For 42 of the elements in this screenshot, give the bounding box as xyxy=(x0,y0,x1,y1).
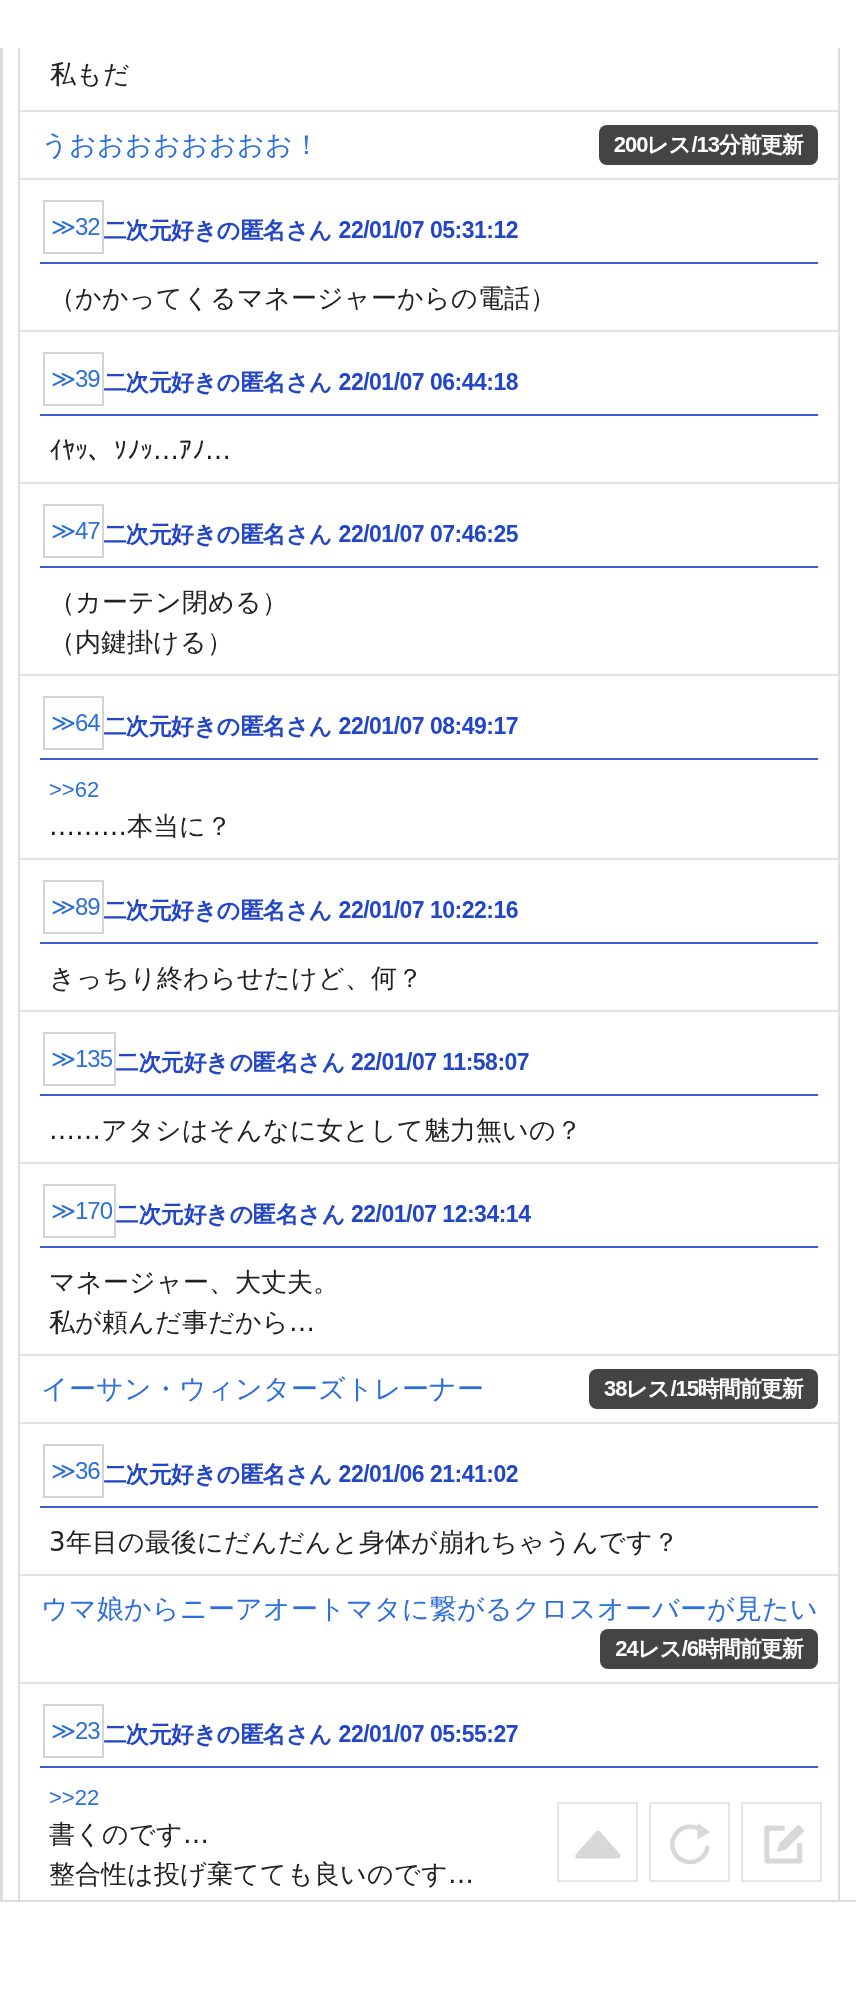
thread-title-link[interactable]: イーサン・ウィンターズトレーナー xyxy=(41,1373,484,1404)
post-number-button[interactable]: ≫39 xyxy=(43,352,104,406)
post-author-date: 二次元好きの匿名さん 22/01/07 12:34:14 xyxy=(116,1199,531,1229)
post-author-date: 二次元好きの匿名さん 22/01/07 08:49:17 xyxy=(103,711,519,741)
post-author-date: 二次元好きの匿名さん 22/01/06 21:41:02 xyxy=(103,1459,519,1489)
scroll-to-top-button[interactable] xyxy=(557,1802,638,1882)
post-text: 書くのです… xyxy=(48,1818,209,1851)
post-text: 整合性は投げ棄てても良いのです… xyxy=(48,1858,474,1891)
post-author-date: 二次元好きの匿名さん 22/01/07 10:22:16 xyxy=(103,895,519,925)
post-text: ｲﾔｯ、ｿﾉｯ…ｱﾉ… xyxy=(48,434,231,467)
reply-anchor-link[interactable]: >>62 xyxy=(40,774,818,806)
write-post-button[interactable] xyxy=(741,1802,822,1882)
post-text: ………本当に？ xyxy=(48,810,232,843)
post-text: きっちり終わらせたけど、何？ xyxy=(48,962,423,995)
post-text: ……アタシはそんなに女として魅力無いの？ xyxy=(48,1114,582,1147)
post-text: （内鍵掛ける） xyxy=(48,626,233,659)
reply-count-badge: 38レス/15時間前更新 xyxy=(588,1369,818,1409)
post-number-button[interactable]: ≫135 xyxy=(43,1032,117,1086)
post-number-button[interactable]: ≫170 xyxy=(43,1184,117,1238)
post-number-button[interactable]: ≫64 xyxy=(43,696,104,750)
thread-title-link[interactable]: ウマ娘からニーアオートマタに繋がるクロスオーバーが見たい xyxy=(41,1593,818,1624)
post-text: 3年目の最後にだんだんと身体が崩れちゃうんです？ xyxy=(48,1526,679,1559)
post-number-button[interactable]: ≫23 xyxy=(43,1704,104,1758)
reply-count-badge: 200レス/13分前更新 xyxy=(598,125,818,165)
post-author-date: 二次元好きの匿名さん 22/01/07 05:31:12 xyxy=(103,215,519,245)
thread-title-link[interactable]: うおおおおおおおお！ xyxy=(41,129,320,160)
post-text: （かかってくるマネージャーからの電話） xyxy=(48,282,556,315)
reply-anchor-link[interactable]: >>22 xyxy=(40,1782,818,1814)
post-author-date: 二次元好きの匿名さん 22/01/07 11:58:07 xyxy=(116,1047,530,1077)
post-author-date: 二次元好きの匿名さん 22/01/07 06:44:18 xyxy=(103,367,519,397)
post-author-date: 二次元好きの匿名さん 22/01/07 07:46:25 xyxy=(103,519,519,549)
post-author-date: 二次元好きの匿名さん 22/01/07 05:55:27 xyxy=(103,1719,519,1749)
reply-count-badge: 24レス/6時間前更新 xyxy=(600,1629,818,1669)
post-text: （カーテン閉める） xyxy=(48,586,288,619)
post-number-button[interactable]: ≫32 xyxy=(43,200,104,254)
post-number-button[interactable]: ≫47 xyxy=(43,504,104,558)
post-number-button[interactable]: ≫36 xyxy=(43,1444,104,1498)
post-text: マネージャー、大丈夫。 xyxy=(48,1266,339,1299)
post-number-button[interactable]: ≫89 xyxy=(43,880,104,934)
post-text: 私が頼んだ事だから… xyxy=(48,1306,315,1339)
post-text: 私もだ xyxy=(50,58,131,91)
reload-button[interactable] xyxy=(649,1802,730,1882)
